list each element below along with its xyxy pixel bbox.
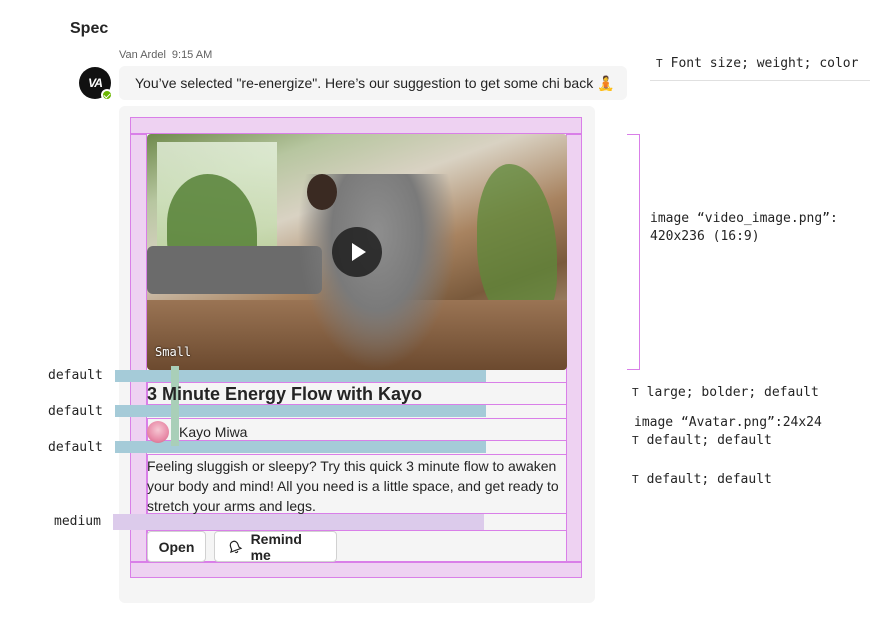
text-type-icon: T [632,473,639,486]
spec-title: Spec [70,20,109,37]
spec-title-style: Tlarge; bolder; default [632,384,819,402]
bell-icon [229,540,243,553]
remind-me-label: Remind me [250,530,302,563]
card-padding-left [130,134,147,562]
spec-description-style: Tdefault; default [632,471,772,489]
spec-text: default; default [646,472,772,487]
spec-text: default; default [646,433,772,448]
card-padding-right [566,134,582,562]
spec-text: Font size; weight; color [670,56,859,71]
text-type-icon: T [632,386,639,399]
video-person-head [307,174,337,210]
spec-author-style: Tdefault; default [632,432,772,450]
remind-me-button[interactable]: Remind me [214,530,337,563]
spacing-label: default [48,368,103,383]
card-padding-top [130,117,582,134]
open-button[interactable]: Open [147,531,206,562]
text-type-icon: T [632,434,639,447]
video-couch [147,246,322,294]
message-meta: Van Ardel 9:15 AM [119,49,212,61]
message-time: 9:15 AM [171,49,213,61]
actions-outline [147,530,567,562]
spec-video-image: image “video_image.png”: 420x236 (16:9) [650,211,838,244]
message-bubble: You’ve selected "re-energize". Here’s ou… [119,66,627,100]
sender-avatar[interactable]: VA [79,67,113,101]
spec-avatar-image: image “Avatar.png”:24x24 [634,415,822,430]
author-row: Kayo Miwa [147,420,247,444]
spacing-label: default [48,404,103,419]
spacing-label: default [48,440,103,455]
size-tag: Small [155,345,192,359]
sender-name: Van Ardel [119,49,166,61]
divider [650,80,870,81]
card-description: Feeling sluggish or sleepy? Try this qui… [147,458,559,514]
card-padding-bottom [130,562,582,578]
card-title: 3 Minute Energy Flow with Kayo [147,384,423,404]
author-name: Kayo Miwa [179,424,248,440]
spacing-indicator-medium [113,514,484,530]
spacing-label: medium [54,514,101,529]
image-bracket [627,134,640,370]
spec-font-legend: T Font size; weight; color [656,55,858,73]
text-type-icon: T [656,57,663,70]
play-icon[interactable] [332,227,382,277]
open-button-label: Open [158,538,195,555]
spec-text: large; bolder; default [646,385,819,400]
avatar-initials: VA [88,76,103,90]
available-status-icon [101,89,113,101]
author-avatar [147,421,169,443]
video-thumbnail[interactable] [147,134,567,370]
